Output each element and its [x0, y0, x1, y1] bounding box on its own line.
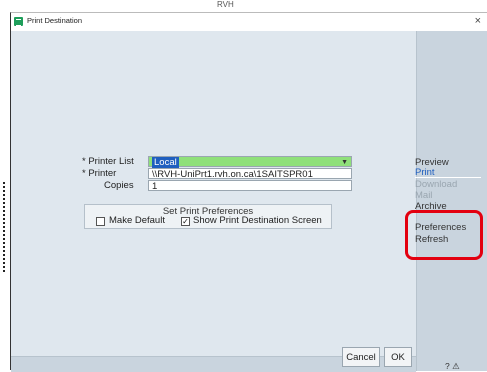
- background-edge-marks: [3, 182, 9, 272]
- printer-list-select[interactable]: Local ▼: [148, 156, 352, 168]
- dialog-title: Print Destination: [27, 16, 83, 25]
- dialog-titlebar: Print Destination ×: [11, 13, 487, 32]
- ok-button[interactable]: OK: [384, 347, 412, 367]
- red-highlight-annotation: [405, 210, 483, 260]
- dialog-main-area: [11, 31, 416, 356]
- cancel-button[interactable]: Cancel: [342, 347, 380, 367]
- copies-field[interactable]: 1: [148, 180, 352, 192]
- printer-list-value: Local: [152, 157, 179, 168]
- printer-field[interactable]: \\RVH-UniPrt1.rvh.on.ca\1SAITSPR01: [148, 168, 352, 180]
- show-destination-label: Show Print Destination Screen: [193, 215, 322, 226]
- background-partial-text: RVH: [217, 0, 234, 9]
- background-window-strip: RVH: [0, 0, 487, 12]
- close-icon[interactable]: ×: [475, 15, 481, 27]
- make-default-label: Make Default: [109, 215, 165, 226]
- sidebar-item-mail[interactable]: Mail: [415, 190, 432, 201]
- background-left-edge: [0, 12, 10, 370]
- make-default-checkbox[interactable]: [96, 217, 105, 226]
- copies-label: Copies: [104, 180, 134, 191]
- print-item-divider: [415, 177, 481, 178]
- printer-list-label: * Printer List: [82, 156, 134, 167]
- app-icon: [14, 17, 23, 26]
- show-destination-checkbox[interactable]: ✓: [181, 217, 190, 226]
- sidebar-item-download[interactable]: Download: [415, 179, 457, 190]
- help-warning-icons[interactable]: ? ⚠: [445, 361, 460, 372]
- printer-label: * Printer: [82, 168, 117, 179]
- chevron-down-icon[interactable]: ▼: [341, 157, 348, 168]
